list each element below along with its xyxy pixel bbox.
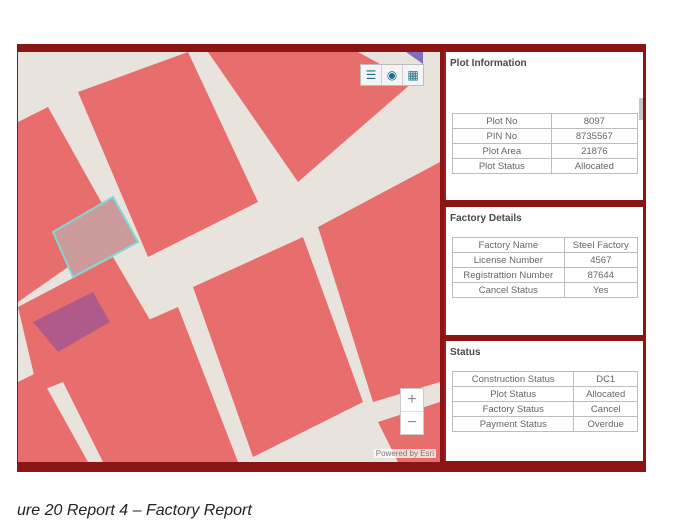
- map-attribution: Powered by Esri: [373, 449, 436, 458]
- label-cell: Construction Status: [451, 371, 575, 387]
- plot-info-title: Plot Information: [450, 58, 527, 69]
- status-panel: Status Construction Status DC1 Plot Stat…: [444, 341, 643, 461]
- status-title: Status: [450, 347, 481, 358]
- label-cell: Plot Area: [452, 143, 552, 159]
- value-cell: Overdue: [573, 416, 638, 432]
- label-cell: Cancel Status: [452, 282, 565, 298]
- map-view[interactable]: ☰ ◉ ▦ + − Powered by Esri: [18, 52, 440, 462]
- value-cell: Allocated: [550, 158, 639, 174]
- table-row: License Number 4567: [452, 252, 639, 268]
- label-cell: Plot Status: [452, 158, 552, 174]
- plot-info-panel: Plot Information Plot No 8097 PIN No 873…: [444, 52, 643, 200]
- table-row: Plot No 8097: [452, 113, 639, 129]
- label-cell: Factory Name: [452, 237, 565, 253]
- label-cell: Plot No: [452, 113, 552, 129]
- label-cell: Payment Status: [451, 416, 575, 432]
- factory-details-table: Factory Name Steel Factory License Numbe…: [452, 237, 639, 298]
- value-cell: Allocated: [573, 386, 638, 402]
- plot-info-table: Plot No 8097 PIN No 8735567 Plot Area 21…: [452, 113, 639, 174]
- table-row: Factory Status Cancel: [451, 401, 638, 417]
- table-row: Payment Status Overdue: [451, 416, 638, 432]
- label-cell: PIN No: [452, 128, 552, 144]
- value-cell: DC1: [573, 371, 638, 387]
- value-cell: Yes: [563, 282, 639, 298]
- map-toolbar: ☰ ◉ ▦: [360, 64, 424, 86]
- factory-details-title: Factory Details: [450, 213, 522, 224]
- value-cell: Steel Factory: [563, 237, 639, 253]
- label-cell: Plot Status: [451, 386, 575, 402]
- table-row: PIN No 8735567: [452, 128, 639, 144]
- table-row: Factory Name Steel Factory: [452, 237, 639, 253]
- table-row: Registrattion Number 87644: [452, 267, 639, 283]
- zoom-control: + −: [400, 388, 424, 435]
- table-row: Cancel Status Yes: [452, 282, 639, 298]
- basemap-gallery-icon[interactable]: ▦: [403, 65, 423, 85]
- status-table: Construction Status DC1 Plot Status Allo…: [451, 371, 638, 432]
- scrollbar[interactable]: [639, 98, 643, 120]
- value-cell: Cancel: [573, 401, 638, 417]
- table-row: Plot Area 21876: [452, 143, 639, 159]
- table-row: Plot Status Allocated: [451, 386, 638, 402]
- value-cell: 21876: [550, 143, 639, 159]
- factory-details-panel: Factory Details Factory Name Steel Facto…: [444, 207, 643, 335]
- legend-icon[interactable]: ☰: [361, 65, 382, 85]
- label-cell: Factory Status: [451, 401, 575, 417]
- label-cell: License Number: [452, 252, 565, 268]
- table-row: Construction Status DC1: [451, 371, 638, 387]
- layers-icon[interactable]: ◉: [382, 65, 403, 85]
- value-cell: 8735567: [550, 128, 639, 144]
- value-cell: 87644: [563, 267, 639, 283]
- figure-caption: ure 20 Report 4 – Factory Report: [17, 502, 252, 519]
- label-cell: Registrattion Number: [452, 267, 565, 283]
- map-canvas[interactable]: [18, 52, 440, 462]
- zoom-out-button[interactable]: −: [401, 412, 423, 434]
- value-cell: 8097: [550, 113, 639, 129]
- zoom-in-button[interactable]: +: [401, 389, 423, 412]
- value-cell: 4567: [563, 252, 639, 268]
- table-row: Plot Status Allocated: [452, 158, 639, 174]
